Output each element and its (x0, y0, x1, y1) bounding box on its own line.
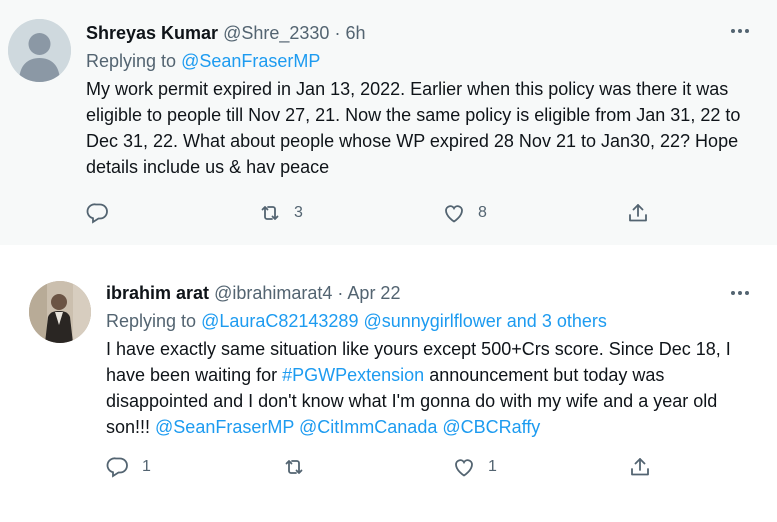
reply-button[interactable]: 1 (106, 452, 151, 482)
replying-to-link[interactable]: @LauraC82143289 @sunnygirlflower and 3 o… (201, 311, 607, 331)
reply-icon (106, 457, 128, 478)
tweet-header: ibrahim arat @ibrahimarat4 · Apr 22 (106, 280, 766, 306)
default-avatar-icon (8, 19, 71, 82)
avatar[interactable] (29, 281, 91, 343)
tweet-text: I have exactly same situation like yours… (106, 336, 766, 440)
retweet-icon (261, 206, 279, 220)
replying-to: Replying to @LauraC82143289 @sunnygirlfl… (106, 308, 766, 334)
timestamp[interactable]: 6h (345, 23, 365, 43)
hashtag-link[interactable]: #PGWPextension (282, 365, 424, 385)
replying-prefix: Replying to (106, 311, 202, 331)
like-icon (445, 205, 463, 223)
separator-dot: · (334, 23, 341, 43)
retweet-icon (285, 460, 303, 474)
tweet-header: Shreyas Kumar @Shre_2330 · 6h (86, 20, 766, 46)
retweet-button[interactable] (282, 452, 318, 482)
action-bar: 3 8 (0, 198, 777, 228)
author-handle[interactable]: @Shre_2330 (223, 23, 329, 43)
like-button[interactable]: 8 (442, 198, 487, 228)
tweet-text: My work permit expired in Jan 13, 2022. … (86, 79, 741, 177)
share-icon (629, 204, 647, 222)
timestamp[interactable]: Apr 22 (347, 283, 400, 303)
reply-icon (86, 203, 108, 224)
retweet-button[interactable]: 3 (258, 198, 303, 228)
separator-dot: · (337, 283, 344, 303)
share-button[interactable] (628, 452, 652, 482)
tweet-content: Shreyas Kumar @Shre_2330 · 6h Replying t… (86, 20, 766, 180)
author-name[interactable]: ibrahim arat (106, 283, 209, 303)
more-button[interactable] (729, 22, 755, 42)
share-button[interactable] (626, 198, 650, 228)
tweet-content: ibrahim arat @ibrahimarat4 · Apr 22 Repl… (106, 280, 766, 440)
author-handle[interactable]: @ibrahimarat4 (214, 283, 332, 303)
action-bar: 1 1 (0, 452, 777, 482)
like-count: 1 (488, 458, 497, 475)
mention-links[interactable]: @SeanFraserMP @CitImmCanada @CBCRaffy (155, 417, 540, 437)
more-icon (729, 284, 750, 301)
retweet-count: 3 (294, 204, 303, 221)
reply-button[interactable] (86, 198, 122, 228)
author-name[interactable]: Shreyas Kumar (86, 23, 218, 43)
like-icon (455, 459, 473, 477)
more-icon (729, 22, 750, 39)
replying-to-link[interactable]: @SeanFraserMP (181, 51, 320, 71)
avatar[interactable] (8, 19, 71, 82)
replying-prefix: Replying to (86, 51, 182, 71)
tweet[interactable]: Shreyas Kumar @Shre_2330 · 6h Replying t… (0, 0, 777, 245)
share-icon (631, 458, 649, 476)
like-button[interactable]: 1 (452, 452, 497, 482)
more-button[interactable] (729, 284, 755, 304)
tweet[interactable]: ibrahim arat @ibrahimarat4 · Apr 22 Repl… (0, 262, 777, 522)
profile-photo-icon (29, 281, 91, 343)
like-count: 8 (478, 204, 487, 221)
replying-to: Replying to @SeanFraserMP (86, 48, 766, 74)
reply-count: 1 (142, 458, 151, 475)
